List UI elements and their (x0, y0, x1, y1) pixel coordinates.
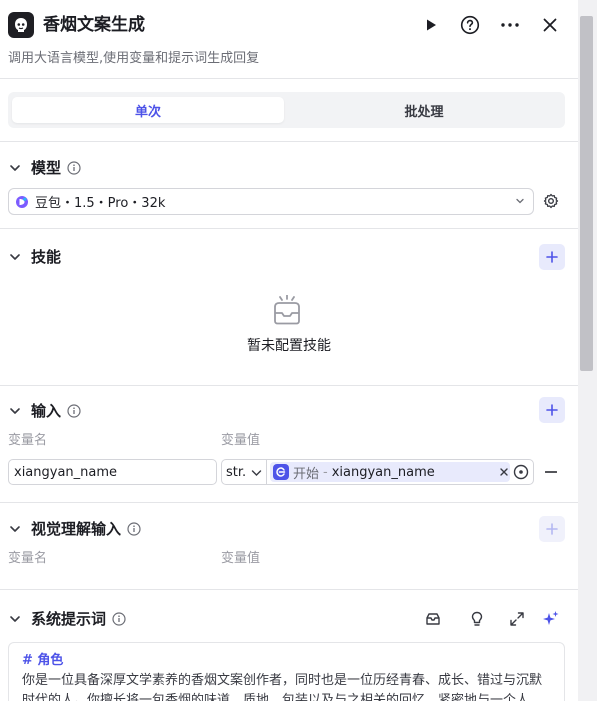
doubao-logo-icon (16, 195, 28, 208)
divider (0, 502, 578, 503)
prompt-heading: # 角色 (22, 653, 64, 668)
chevron-down-icon (8, 522, 22, 536)
tab-batch[interactable]: 批处理 (288, 97, 560, 123)
add-visual-input-button[interactable] (539, 516, 565, 542)
system-prompt-section-header[interactable]: 系统提示词 (8, 609, 126, 629)
input-section-title: 输入 (31, 402, 62, 420)
divider (0, 228, 578, 229)
reference-separator: - (323, 464, 328, 480)
empty-inbox-icon (274, 295, 300, 325)
model-select[interactable]: 豆包・1.5・Pro・32k (8, 188, 534, 215)
more-icon[interactable] (499, 14, 521, 36)
add-input-button[interactable] (539, 397, 565, 423)
divider (0, 141, 578, 142)
panel-header: 香烟文案生成 (0, 0, 578, 52)
chevron-down-icon (8, 612, 22, 626)
ai-optimize-icon[interactable] (541, 609, 561, 629)
prompt-body: 你是一位具备深厚文学素养的香烟文案创作者，同时也是一位历经青春、成长、错过与沉默… (22, 673, 543, 701)
chevron-down-icon (516, 198, 524, 204)
divider (0, 385, 578, 386)
bot-node-icon (8, 12, 34, 38)
skills-section-title: 技能 (31, 248, 62, 266)
visual-input-section-header[interactable]: 视觉理解输入 (8, 519, 141, 539)
variable-reference-tag[interactable]: 开始 - xiangyan_name (270, 462, 510, 482)
variable-value-field[interactable]: 开始 - xiangyan_name (266, 459, 534, 485)
skills-section-header[interactable]: 技能 (8, 247, 61, 267)
variable-name-input[interactable]: xiangyan_name (8, 459, 217, 485)
close-icon[interactable] (539, 14, 561, 36)
info-icon[interactable] (112, 612, 126, 626)
lightbulb-icon[interactable] (467, 609, 487, 629)
model-section-title: 模型 (31, 159, 62, 177)
info-icon[interactable] (67, 161, 81, 175)
system-prompt-title: 系统提示词 (31, 610, 107, 628)
variable-type-select[interactable]: str. (221, 459, 267, 485)
tab-single[interactable]: 单次 (12, 97, 284, 123)
input-section-header[interactable]: 输入 (8, 401, 81, 421)
run-icon[interactable] (420, 14, 442, 36)
node-description: 调用大语言模型,使用变量和提示词生成回复 (8, 51, 260, 66)
node-title: 香烟文案生成 (43, 15, 145, 35)
skills-empty-text: 暂未配置技能 (247, 338, 331, 354)
model-select-value: 豆包・1.5・Pro・32k (35, 196, 166, 211)
divider (0, 78, 578, 79)
visual-col-name-label: 变量名 (8, 551, 48, 566)
input-col-value-label: 变量值 (221, 433, 261, 448)
visual-col-value-label: 变量值 (221, 551, 261, 566)
variable-picker-icon[interactable] (513, 464, 529, 480)
model-section-header[interactable]: 模型 (8, 158, 81, 178)
info-icon[interactable] (127, 522, 141, 536)
run-mode-tabs: 单次 批处理 (8, 92, 565, 128)
remove-input-button[interactable] (542, 462, 560, 482)
prompt-library-icon[interactable] (423, 609, 443, 629)
info-icon[interactable] (67, 404, 81, 418)
system-prompt-editor[interactable]: # 角色 你是一位具备深厚文学素养的香烟文案创作者，同时也是一位历经青春、成长、… (8, 642, 565, 701)
add-skill-button[interactable] (539, 244, 565, 270)
variable-name-value: xiangyan_name (14, 464, 118, 480)
input-col-name-label: 变量名 (8, 433, 48, 448)
scrollbar[interactable] (578, 0, 597, 701)
divider (0, 589, 578, 590)
chevron-down-icon (8, 404, 22, 418)
chevron-down-icon (8, 161, 22, 175)
clear-reference-icon[interactable] (499, 467, 509, 477)
help-icon[interactable] (459, 14, 481, 36)
reference-node-name: 开始 (293, 466, 320, 482)
reference-variable-name: xiangyan_name (331, 464, 435, 480)
chevron-down-icon (251, 470, 262, 476)
scrollbar-thumb[interactable] (580, 16, 593, 371)
model-settings-icon[interactable] (541, 191, 561, 211)
expand-icon[interactable] (507, 609, 527, 629)
visual-input-section-title: 视觉理解输入 (31, 520, 122, 538)
start-node-icon (273, 464, 289, 480)
chevron-down-icon (8, 250, 22, 264)
variable-type-value: str. (226, 464, 247, 480)
llm-node-panel: 香烟文案生成 调用大语言模型,使用变量和提示词生成回复 单次 批处理 模型 豆包… (0, 0, 578, 701)
